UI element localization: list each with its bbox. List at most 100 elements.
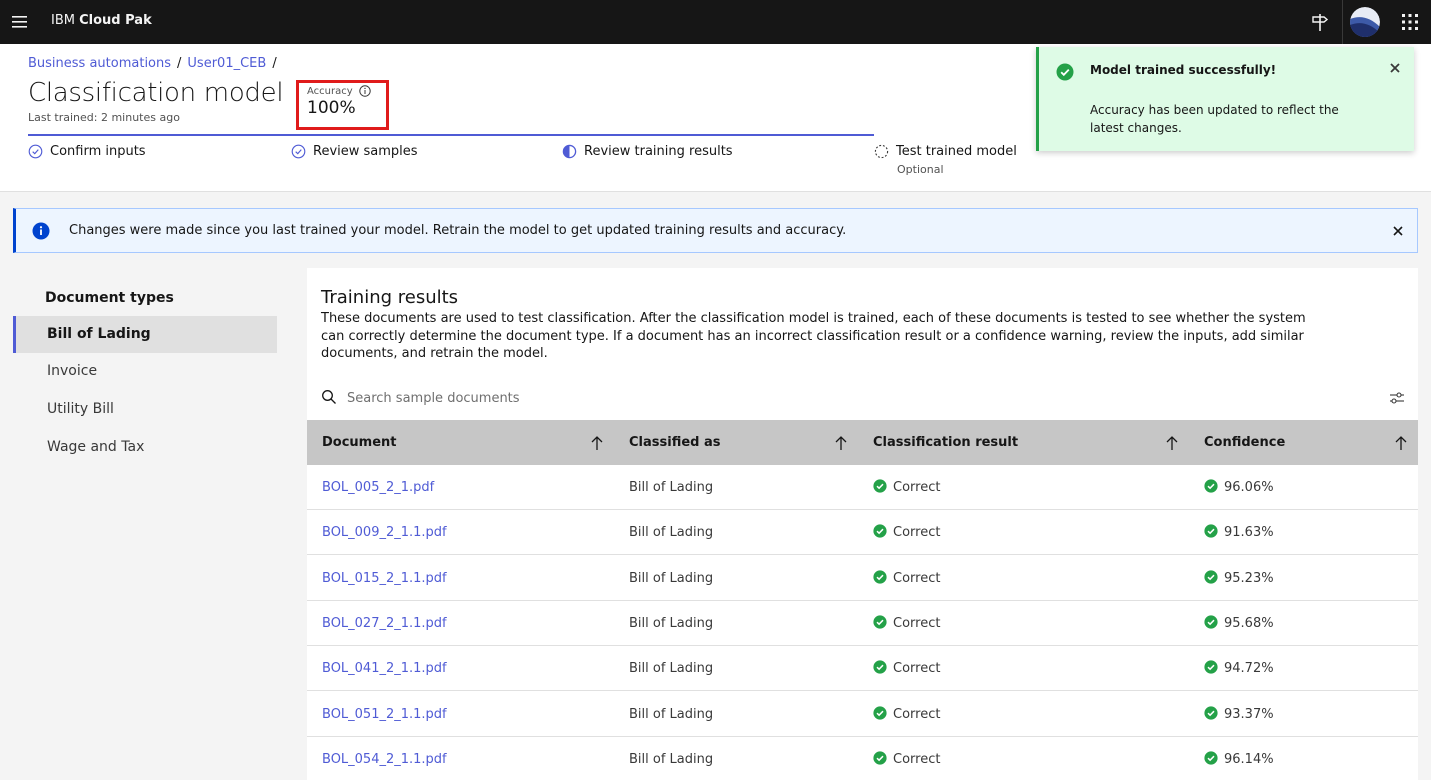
document-link[interactable]: BOL_009_2_1.1.pdf bbox=[322, 510, 447, 555]
info-filled-icon bbox=[32, 222, 50, 240]
sidebar-item-bill-of-lading[interactable]: Bill of Lading bbox=[13, 316, 277, 353]
checkmark-filled-icon bbox=[1204, 660, 1218, 674]
table-row: BOL_051_2_1.1.pdf Bill of Lading Correct 93… bbox=[307, 692, 1418, 737]
classification-result-cell: Correct bbox=[873, 556, 940, 601]
info-icon[interactable] bbox=[358, 85, 371, 97]
step-review-samples[interactable]: Review samples bbox=[291, 144, 418, 159]
checkmark-outline-icon bbox=[291, 144, 306, 159]
confidence-cell: 95.23% bbox=[1204, 556, 1274, 601]
breadcrumb-user01-ceb[interactable]: User01_CEB bbox=[187, 56, 266, 71]
result-text: Correct bbox=[893, 525, 941, 541]
breadcrumb-separator: / bbox=[177, 56, 182, 71]
sidebar-item-invoice[interactable]: Invoice bbox=[13, 353, 277, 390]
table-row: BOL_009_2_1.1.pdf Bill of Lading Correct 91… bbox=[307, 510, 1418, 556]
brand-prefix: IBM bbox=[51, 13, 75, 28]
progress-indicator-track bbox=[28, 134, 874, 136]
checkmark-filled-icon bbox=[873, 660, 887, 674]
classified-as-cell: Bill of Lading bbox=[629, 615, 714, 631]
document-link[interactable]: BOL_027_2_1.1.pdf bbox=[322, 601, 447, 646]
checkmark-filled-icon bbox=[1204, 615, 1218, 629]
sort-arrow-up-icon[interactable] bbox=[1165, 435, 1179, 451]
user-avatar[interactable] bbox=[1350, 7, 1380, 37]
classification-result-cell: Correct bbox=[873, 737, 940, 780]
step-label: Confirm inputs bbox=[50, 144, 146, 159]
confidence-value: 95.68% bbox=[1224, 615, 1274, 631]
checkmark-filled-icon bbox=[873, 479, 887, 493]
step-confirm-inputs[interactable]: Confirm inputs bbox=[28, 144, 146, 159]
accuracy-label: Accuracy bbox=[307, 85, 353, 97]
accuracy-box: Accuracy 100% bbox=[296, 80, 389, 130]
document-link[interactable]: BOL_041_2_1.1.pdf bbox=[322, 646, 447, 691]
sidebar-item-utility-bill[interactable]: Utility Bill bbox=[13, 391, 277, 428]
brand-name: Cloud Pak bbox=[79, 13, 152, 28]
table-row: BOL_015_2_1.1.pdf Bill of Lading Correct 95… bbox=[307, 556, 1418, 601]
sort-arrow-up-icon[interactable] bbox=[1394, 435, 1408, 451]
success-toast: Model trained successfully! Accuracy has… bbox=[1036, 47, 1414, 151]
classified-as-cell: Bill of Lading bbox=[629, 751, 714, 767]
breadcrumb: Business automations / User01_CEB / bbox=[28, 56, 283, 71]
toast-title: Model trained successfully! bbox=[1090, 63, 1277, 77]
confidence-cell: 96.06% bbox=[1204, 465, 1274, 510]
search-icon bbox=[322, 390, 336, 404]
top-bar: IBM Cloud Pak bbox=[0, 0, 1431, 44]
close-icon[interactable] bbox=[1391, 224, 1405, 238]
column-header-confidence[interactable]: Confidence bbox=[1204, 420, 1285, 465]
result-text: Correct bbox=[893, 570, 941, 586]
section-description: These documents are used to test classif… bbox=[321, 311, 1306, 361]
training-results-panel: Training results These documents are use… bbox=[307, 268, 1418, 780]
confidence-value: 96.06% bbox=[1224, 480, 1274, 495]
checkmark-filled-icon bbox=[1056, 63, 1074, 81]
confidence-value: 95.23% bbox=[1224, 570, 1274, 586]
table-header: Document Classified as Classification re… bbox=[307, 420, 1418, 465]
result-text: Correct bbox=[893, 615, 941, 631]
checkmark-filled-icon bbox=[873, 569, 887, 584]
step-review-training-results[interactable]: Review training results bbox=[562, 144, 733, 159]
table-row: BOL_005_2_1.pdf Bill of Lading Correct 96.0… bbox=[307, 465, 1418, 510]
app-switcher-icon[interactable] bbox=[1400, 12, 1420, 32]
step-label: Review samples bbox=[313, 144, 418, 159]
toast-body: Accuracy has been updated to reflect the… bbox=[1090, 103, 1339, 135]
sidebar-item-wage-and-tax[interactable]: Wage and Tax bbox=[13, 429, 277, 466]
checkmark-filled-icon bbox=[873, 524, 887, 538]
column-header-classification-result[interactable]: Classification result bbox=[873, 420, 1018, 465]
close-icon[interactable] bbox=[1388, 61, 1402, 75]
classification-result-cell: Correct bbox=[873, 646, 940, 691]
classified-as-cell: Bill of Lading bbox=[629, 661, 714, 677]
confidence-value: 93.37% bbox=[1224, 706, 1274, 722]
column-header-classified-as[interactable]: Classified as bbox=[629, 420, 721, 465]
step-optional-label: Optional bbox=[897, 163, 944, 176]
checkmark-outline-icon bbox=[28, 144, 43, 159]
checkmark-filled-icon bbox=[1204, 479, 1218, 493]
breadcrumb-business-automations[interactable]: Business automations bbox=[28, 56, 171, 71]
search-input[interactable] bbox=[347, 384, 1247, 412]
document-link[interactable]: BOL_051_2_1.1.pdf bbox=[322, 692, 447, 737]
checkmark-filled-icon bbox=[1204, 751, 1218, 765]
checkmark-filled-icon bbox=[873, 751, 887, 765]
sort-arrow-up-icon[interactable] bbox=[834, 435, 848, 451]
checkmark-filled-icon bbox=[1204, 569, 1218, 584]
step-test-trained-model[interactable]: Test trained model bbox=[874, 144, 1017, 159]
table-row: BOL_027_2_1.1.pdf Bill of Lading Correct 95… bbox=[307, 601, 1418, 646]
product-name[interactable]: IBM Cloud Pak bbox=[51, 13, 152, 28]
document-link[interactable]: BOL_005_2_1.pdf bbox=[322, 465, 434, 510]
confidence-cell: 96.14% bbox=[1204, 737, 1274, 780]
document-link[interactable]: BOL_054_2_1.1.pdf bbox=[322, 737, 447, 780]
checkmark-filled-icon bbox=[873, 615, 887, 629]
classified-as-cell: Bill of Lading bbox=[629, 480, 714, 495]
step-label: Test trained model bbox=[896, 144, 1017, 159]
table-search bbox=[307, 378, 1418, 418]
sort-arrow-up-icon[interactable] bbox=[590, 435, 604, 451]
page-title: Classification model bbox=[28, 78, 284, 108]
confidence-value: 96.14% bbox=[1224, 751, 1274, 767]
checkmark-filled-icon bbox=[873, 705, 887, 720]
result-text: Correct bbox=[893, 706, 941, 722]
confidence-cell: 95.68% bbox=[1204, 601, 1274, 646]
settings-adjust-icon[interactable] bbox=[1389, 390, 1405, 406]
column-header-document[interactable]: Document bbox=[322, 420, 397, 465]
classified-as-cell: Bill of Lading bbox=[629, 706, 714, 722]
confidence-cell: 93.37% bbox=[1204, 692, 1274, 737]
hamburger-menu-icon[interactable] bbox=[10, 12, 30, 32]
signpost-icon[interactable] bbox=[1310, 11, 1330, 33]
checkmark-filled-icon bbox=[1204, 524, 1218, 538]
document-link[interactable]: BOL_015_2_1.1.pdf bbox=[322, 556, 447, 601]
